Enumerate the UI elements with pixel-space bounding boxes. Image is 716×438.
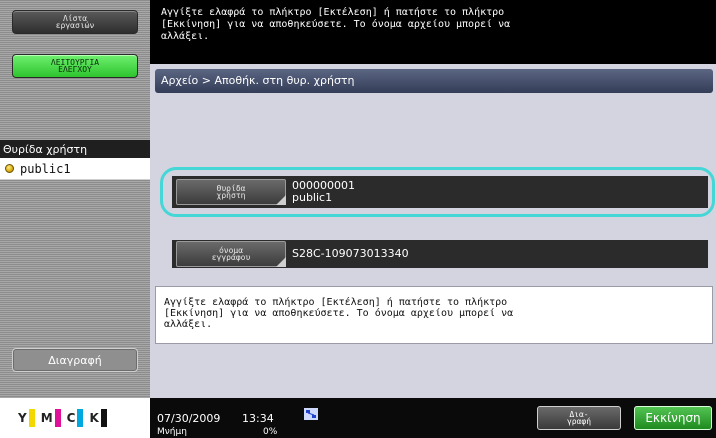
network-icon	[304, 408, 318, 420]
document-name-value: S28C-109073013340	[292, 247, 409, 260]
memory-value: 0%	[263, 427, 278, 437]
start-button[interactable]: Εκκίνηση	[634, 406, 712, 430]
user-box-name: public1	[20, 161, 71, 176]
toner-magenta: M	[41, 409, 61, 427]
toner-magenta-bar	[54, 409, 61, 427]
job-list-button[interactable]: Λίστα εργασιών	[12, 10, 138, 34]
user-box-list-item[interactable]: public1	[0, 158, 150, 180]
toner-cyan: C	[67, 409, 84, 427]
toner-magenta-label: M	[40, 411, 53, 425]
user-box-icon	[5, 164, 14, 173]
delete-button[interactable]: Διαγραφή	[12, 348, 138, 372]
document-name-button[interactable]: όνομα εγγράφου	[176, 241, 286, 267]
sidebar: Λίστα εργασιών ΛΕΙΤΟΥΡΓΙΑ ΕΛΕΓΧΟΥ Θυρίδα…	[0, 0, 150, 438]
toner-black: K	[89, 409, 107, 427]
memory-label: Μνήμη	[157, 427, 187, 437]
time-display: 13:34	[242, 412, 274, 425]
date-display: 07/30/2009	[157, 412, 221, 425]
toner-cyan-bar	[77, 409, 84, 427]
instruction-message: Αγγίξτε ελαφρά το πλήκτρο [Εκτέλεση] ή π…	[150, 0, 716, 64]
message-box: Αγγίξτε ελαφρά το πλήκτρο [Εκτέλεση] ή π…	[155, 286, 713, 344]
status-bar: 07/30/2009 13:34 Μνήμη 0% Δια- γραφή Εκκ…	[150, 398, 716, 438]
user-box-value: 000000001 public1	[292, 179, 355, 204]
user-box-header: Θυρίδα χρήστη	[0, 140, 150, 158]
toner-levels: Y M C K	[0, 398, 150, 438]
breadcrumb: Αρχείο > Αποθήκ. στη θυρ. χρήστη	[155, 69, 713, 93]
toner-yellow-label: Y	[18, 411, 27, 425]
preview-button[interactable]: Δια- γραφή	[537, 406, 621, 430]
utility-button[interactable]: ΛΕΙΤΟΥΡΓΙΑ ΕΛΕΓΧΟΥ	[12, 54, 138, 78]
user-box-button[interactable]: Θυρίδα χρήστη	[176, 179, 286, 205]
toner-yellow-bar	[28, 409, 35, 427]
main-panel: Αρχείο > Αποθήκ. στη θυρ. χρήστη Θυρίδα …	[150, 64, 716, 398]
user-box-field: Θυρίδα χρήστη 000000001 public1	[172, 176, 708, 208]
toner-black-label: K	[89, 411, 99, 425]
document-name-field: όνομα εγγράφου S28C-109073013340	[172, 240, 708, 268]
toner-yellow: Y	[18, 409, 35, 427]
toner-black-bar	[100, 409, 107, 427]
toner-cyan-label: C	[66, 411, 76, 425]
